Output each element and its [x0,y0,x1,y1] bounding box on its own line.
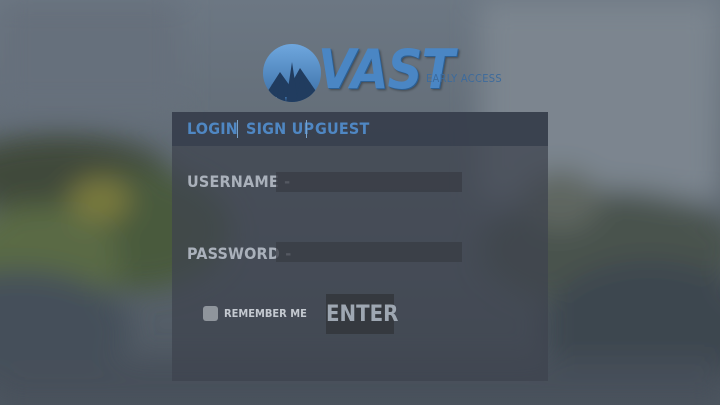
username-field[interactable] [276,172,462,192]
tab-divider [306,120,307,138]
tab-sign-up[interactable]: SIGN UP [246,119,314,138]
tab-login[interactable]: LOGIN [187,119,238,138]
tab-guest[interactable]: GUEST [315,119,370,138]
tab-divider [237,120,238,138]
remember-me-label: REMEMBER ME [224,307,307,320]
checkbox-icon [203,306,218,321]
logo-tagline: EARLY ACCESS [426,72,502,85]
login-panel: LOGIN SIGN UP GUEST USERNAME - PASSWORD … [172,112,548,381]
enter-button[interactable]: ENTER [326,294,398,334]
logo-wordmark: VAST [318,38,455,101]
username-label: USERNAME - [187,172,291,191]
game-logo: VAST EARLY ACCESS [262,38,502,104]
auth-tab-bar: LOGIN SIGN UP GUEST [172,112,548,146]
remember-me-checkbox[interactable]: REMEMBER ME [203,305,323,325]
password-field[interactable] [276,242,462,262]
